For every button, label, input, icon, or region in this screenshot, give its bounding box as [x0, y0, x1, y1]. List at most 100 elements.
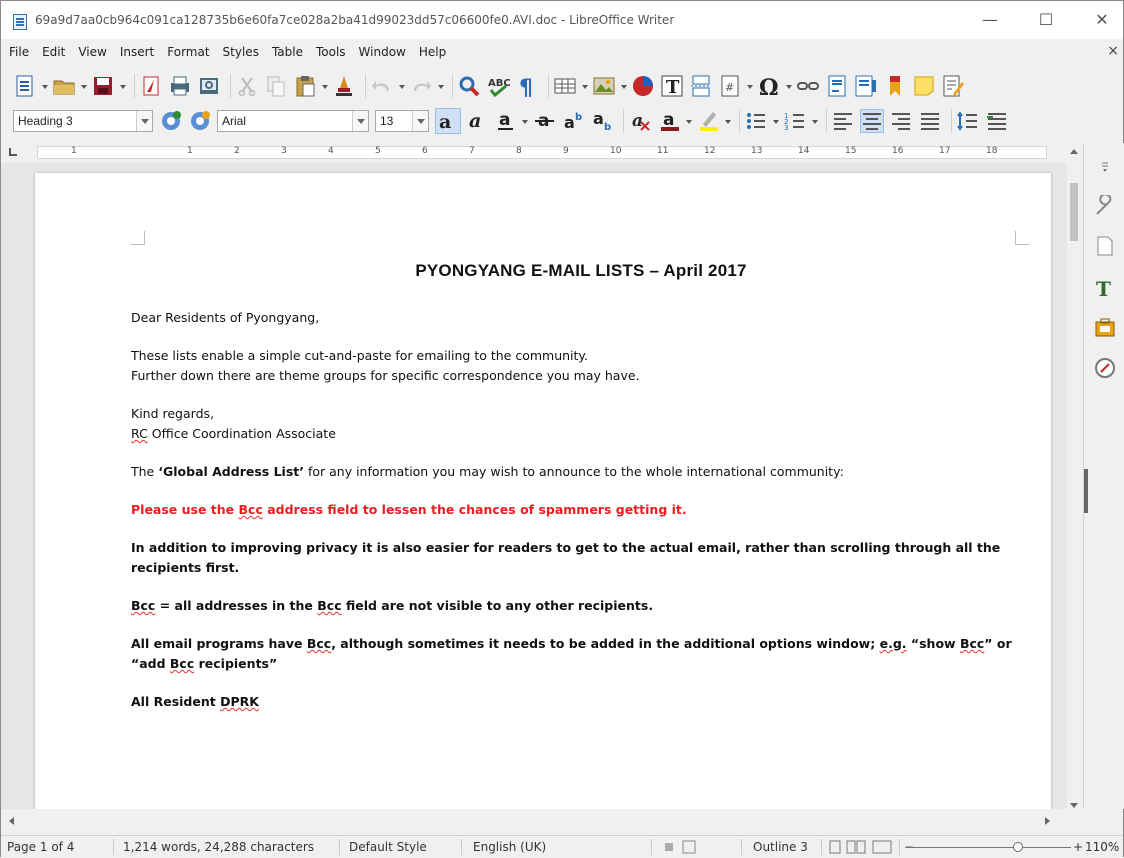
privacy-text[interactable]: In addition to improving privacy it is a…	[131, 538, 1031, 578]
special-character-icon[interactable]: Ω	[757, 74, 781, 101]
align-left-icon[interactable]	[831, 109, 855, 133]
global-address-list-text[interactable]: The ‘Global Address List’ for any inform…	[131, 462, 1031, 482]
underline-dropdown-icon[interactable]	[522, 109, 528, 133]
save-dropdown-icon[interactable]	[120, 74, 126, 98]
scroll-up-icon[interactable]	[1070, 149, 1078, 154]
print-preview-icon[interactable]	[197, 74, 221, 98]
footnote-icon[interactable]	[825, 74, 849, 98]
print-icon[interactable]	[168, 74, 192, 98]
navigator-icon[interactable]	[1094, 357, 1116, 379]
strikethrough-icon[interactable]: a	[532, 108, 558, 134]
formatting-marks-icon[interactable]: ¶	[515, 74, 539, 101]
insert-page-break-icon[interactable]	[689, 74, 713, 98]
align-center-icon[interactable]	[860, 109, 884, 133]
bold-icon[interactable]: a	[435, 108, 461, 134]
clone-formatting-icon[interactable]	[332, 74, 356, 98]
misspelled-word[interactable]: Bcc	[239, 502, 263, 517]
numbering-icon[interactable]: 123	[783, 109, 807, 133]
misspelled-word[interactable]: e.g.	[880, 636, 907, 651]
signature-text[interactable]: RC Office Coordination Associate	[131, 424, 1031, 444]
scroll-left-icon[interactable]	[9, 817, 14, 825]
scroll-right-icon[interactable]	[1045, 817, 1050, 825]
scroll-down-icon[interactable]	[1070, 803, 1078, 808]
align-right-icon[interactable]	[889, 109, 913, 133]
intro-line-1[interactable]: These lists enable a simple cut-and-past…	[131, 346, 1031, 366]
italic-icon[interactable]: a	[464, 108, 490, 134]
copy-icon[interactable]	[264, 74, 288, 98]
new-dropdown-icon[interactable]	[42, 74, 48, 98]
new-document-icon[interactable]	[13, 74, 37, 98]
menu-view[interactable]: View	[78, 45, 106, 59]
misspelled-word[interactable]: Bcc	[170, 656, 194, 671]
insert-image-icon[interactable]	[592, 74, 616, 98]
zoom-slider-knob[interactable]	[1013, 842, 1023, 852]
sidebar-menu-icon[interactable]	[1094, 157, 1116, 179]
undo-dropdown-icon[interactable]	[399, 74, 405, 98]
menu-file[interactable]: File	[9, 45, 29, 59]
horizontal-scrollbar[interactable]	[1, 809, 1067, 831]
menu-window[interactable]: Window	[359, 45, 406, 59]
underline-icon[interactable]: a	[493, 108, 519, 134]
paragraph-spacing-icon[interactable]	[985, 109, 1009, 133]
bookmark-icon[interactable]	[883, 74, 907, 98]
all-resident-heading[interactable]: All Resident DPRK	[131, 692, 1031, 712]
highlight-icon[interactable]	[696, 108, 722, 134]
document-area[interactable]: PYONGYANG E-MAIL LISTS – April 2017 Dear…	[1, 163, 1067, 809]
subscript-icon[interactable]: ab	[590, 108, 616, 134]
bcc-definition-text[interactable]: Bcc = all addresses in the Bcc field are…	[131, 596, 1031, 616]
misspelled-word[interactable]: RC	[131, 426, 148, 441]
cut-icon[interactable]	[235, 74, 259, 98]
paste-dropdown-icon[interactable]	[322, 74, 328, 98]
page-icon[interactable]	[1094, 235, 1116, 257]
outline-level[interactable]: Outline 3	[753, 840, 808, 854]
document-page[interactable]: PYONGYANG E-MAIL LISTS – April 2017 Dear…	[35, 173, 1051, 809]
view-layout-icon[interactable]	[829, 840, 893, 857]
insert-mode-icon[interactable]	[665, 840, 699, 857]
export-pdf-icon[interactable]	[139, 74, 163, 98]
styles-icon[interactable]: T	[1094, 277, 1116, 301]
close-document-button[interactable]: ×	[1107, 43, 1119, 59]
maximize-button[interactable]: ☐	[1023, 1, 1069, 39]
chevron-down-icon[interactable]	[352, 111, 368, 131]
redo-dropdown-icon[interactable]	[438, 74, 444, 98]
misspelled-word[interactable]: Bcc	[307, 636, 331, 651]
hyperlink-icon[interactable]	[796, 74, 820, 98]
insert-chart-icon[interactable]	[631, 74, 655, 98]
zoom-level[interactable]: 110%	[1085, 840, 1119, 854]
zoom-slider[interactable]	[911, 847, 1071, 848]
superscript-icon[interactable]: ab	[561, 108, 587, 134]
menu-insert[interactable]: Insert	[120, 45, 154, 59]
bcc-warning-text[interactable]: Please use the Bcc address field to less…	[131, 500, 1031, 520]
menu-table[interactable]: Table	[272, 45, 303, 59]
redo-icon[interactable]	[409, 74, 433, 98]
track-changes-icon[interactable]	[941, 74, 965, 98]
find-replace-icon[interactable]	[457, 74, 481, 98]
undo-icon[interactable]	[370, 74, 394, 98]
close-button[interactable]: ✕	[1079, 1, 1124, 39]
document-body[interactable]: PYONGYANG E-MAIL LISTS – April 2017 Dear…	[131, 261, 1031, 712]
numbering-dropdown-icon[interactable]	[812, 109, 818, 133]
chevron-down-icon[interactable]	[136, 111, 152, 131]
save-icon[interactable]	[91, 74, 115, 98]
line-spacing-icon[interactable]	[956, 109, 980, 133]
endnote-icon[interactable]	[854, 74, 878, 98]
intro-line-2[interactable]: Further down there are theme groups for …	[131, 366, 1031, 386]
page-style[interactable]: Default Style	[349, 840, 427, 854]
gallery-icon[interactable]	[1094, 317, 1116, 339]
font-color-icon[interactable]: a	[657, 108, 683, 134]
paragraph-style-combo[interactable]: Heading 3	[13, 110, 153, 132]
open-dropdown-icon[interactable]	[81, 74, 87, 98]
paste-icon[interactable]	[293, 74, 317, 98]
menu-help[interactable]: Help	[419, 45, 446, 59]
new-style-icon[interactable]	[188, 109, 212, 133]
email-programs-text[interactable]: All email programs have Bcc, although so…	[131, 634, 1031, 674]
menu-edit[interactable]: Edit	[42, 45, 65, 59]
open-folder-icon[interactable]	[52, 74, 76, 98]
clear-formatting-icon[interactable]: a	[628, 108, 654, 134]
word-count[interactable]: 1,214 words, 24,288 characters	[123, 840, 314, 854]
regards-text[interactable]: Kind regards,	[131, 404, 1031, 424]
menu-tools[interactable]: Tools	[316, 45, 346, 59]
misspelled-word[interactable]: Bcc	[960, 636, 984, 651]
font-color-dropdown-icon[interactable]	[686, 109, 692, 133]
insert-field-icon[interactable]: #	[718, 74, 742, 98]
